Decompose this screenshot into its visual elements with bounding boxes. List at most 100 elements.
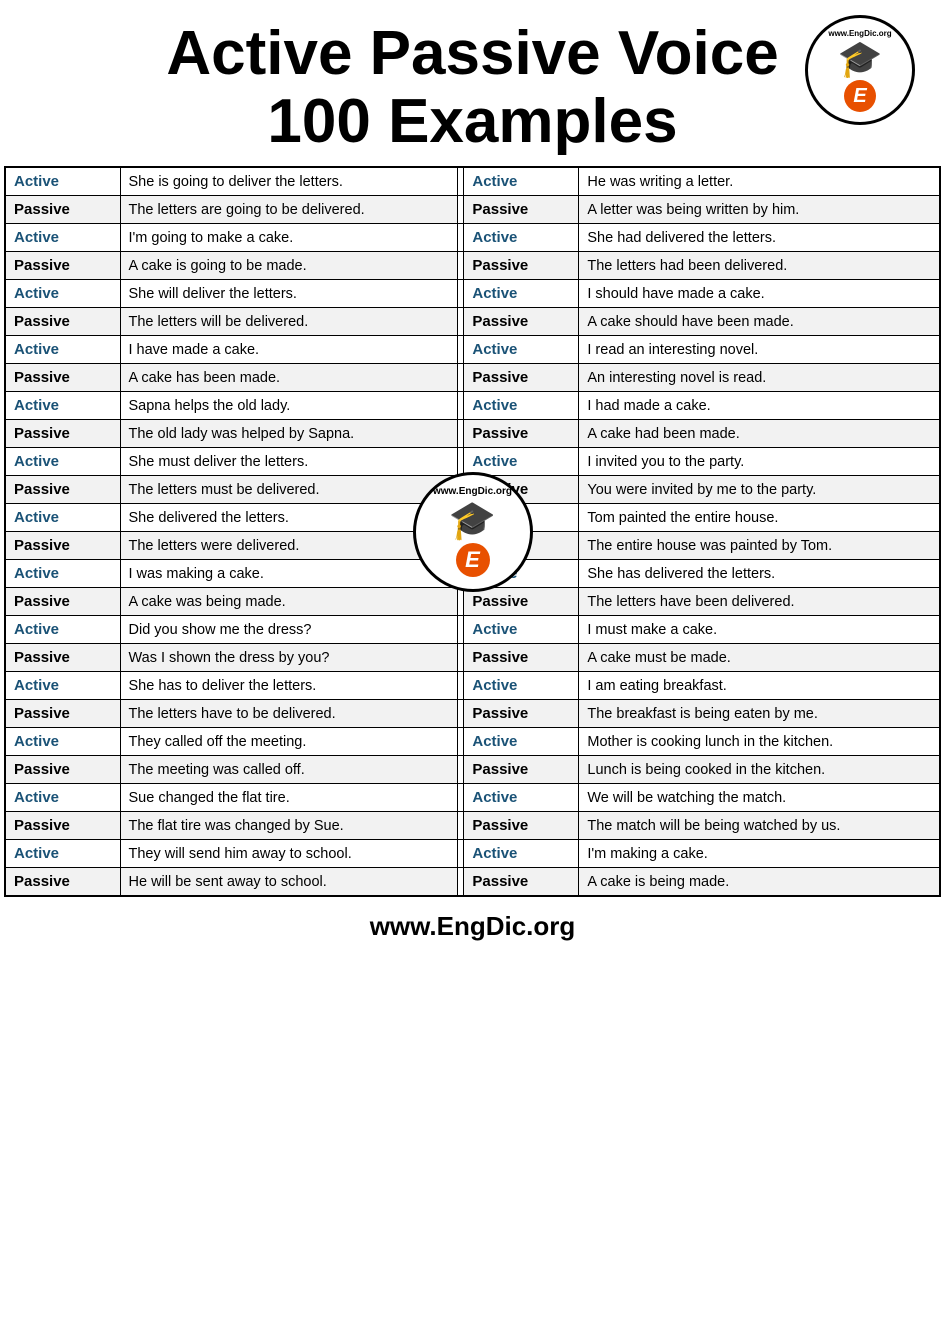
right-sentence: An interesting novel is read. [579, 364, 940, 392]
right-sentence: I must make a cake. [579, 616, 940, 644]
left-sentence: Was I shown the dress by you? [120, 644, 458, 672]
left-sentence: A cake was being made. [120, 588, 458, 616]
table-row: Passive A cake has been made. Passive An… [5, 364, 940, 392]
right-type: Active [464, 672, 579, 700]
right-type: Active [464, 224, 579, 252]
right-sentence: I am eating breakfast. [579, 672, 940, 700]
right-sentence: You were invited by me to the party. [579, 476, 940, 504]
table-row: Active I was making a cake. Active She h… [5, 560, 940, 588]
left-sentence: The letters are going to be delivered. [120, 196, 458, 224]
left-type: Active [5, 784, 120, 812]
right-type: Active [464, 448, 579, 476]
left-sentence: A cake has been made. [120, 364, 458, 392]
right-type: Active [464, 504, 579, 532]
right-sentence: A cake is being made. [579, 868, 940, 897]
right-sentence: The match will be being watched by us. [579, 812, 940, 840]
left-sentence: They called off the meeting. [120, 728, 458, 756]
left-sentence: The letters were delivered. [120, 532, 458, 560]
left-type: Active [5, 728, 120, 756]
left-sentence: She delivered the letters. [120, 504, 458, 532]
left-sentence: She will deliver the letters. [120, 280, 458, 308]
right-type: Passive [464, 308, 579, 336]
left-type: Active [5, 560, 120, 588]
left-sentence: He will be sent away to school. [120, 868, 458, 897]
left-sentence: I was making a cake. [120, 560, 458, 588]
examples-table: Active She is going to deliver the lette… [4, 166, 941, 897]
page-title: Active Passive Voice 100 Examples [10, 20, 935, 156]
left-sentence: The letters have to be delivered. [120, 700, 458, 728]
right-type: Passive [464, 644, 579, 672]
right-type: Passive [464, 364, 579, 392]
footer: www.EngDic.org [0, 897, 945, 952]
left-type: Active [5, 504, 120, 532]
right-type: Passive [464, 196, 579, 224]
right-type: Active [464, 728, 579, 756]
left-type: Passive [5, 532, 120, 560]
right-type: Active [464, 167, 579, 196]
table-row: Passive The old lady was helped by Sapna… [5, 420, 940, 448]
table-row: Active Sapna helps the old lady. Active … [5, 392, 940, 420]
right-sentence: She had delivered the letters. [579, 224, 940, 252]
left-sentence: The meeting was called off. [120, 756, 458, 784]
left-type: Active [5, 448, 120, 476]
left-type: Active [5, 336, 120, 364]
left-sentence: I have made a cake. [120, 336, 458, 364]
left-sentence: Did you show me the dress? [120, 616, 458, 644]
right-type: Passive [464, 812, 579, 840]
left-type: Passive [5, 644, 120, 672]
right-sentence: The letters had been delivered. [579, 252, 940, 280]
table-row: Active She delivered the letters. Active… [5, 504, 940, 532]
right-sentence: A cake should have been made. [579, 308, 940, 336]
right-type: Passive [464, 756, 579, 784]
left-sentence: The letters must be delivered. [120, 476, 458, 504]
left-type: Passive [5, 812, 120, 840]
left-type: Active [5, 224, 120, 252]
table-row: Passive The letters were delivered. Pass… [5, 532, 940, 560]
right-sentence: Mother is cooking lunch in the kitchen. [579, 728, 940, 756]
right-type: Passive [464, 420, 579, 448]
left-sentence: Sue changed the flat tire. [120, 784, 458, 812]
left-sentence: The flat tire was changed by Sue. [120, 812, 458, 840]
table-row: Active Did you show me the dress? Active… [5, 616, 940, 644]
table-row: Active They called off the meeting. Acti… [5, 728, 940, 756]
left-type: Active [5, 167, 120, 196]
table-row: Active She is going to deliver the lette… [5, 167, 940, 196]
table-row: Passive The meeting was called off. Pass… [5, 756, 940, 784]
right-type: Active [464, 784, 579, 812]
left-type: Passive [5, 756, 120, 784]
table-row: Active She must deliver the letters. Act… [5, 448, 940, 476]
right-type: Active [464, 616, 579, 644]
table-row: Passive The letters must be delivered. P… [5, 476, 940, 504]
table-row: Passive The flat tire was changed by Sue… [5, 812, 940, 840]
right-sentence: Lunch is being cooked in the kitchen. [579, 756, 940, 784]
main-table-container: Active She is going to deliver the lette… [0, 166, 945, 897]
left-type: Passive [5, 252, 120, 280]
right-sentence: The letters have been delivered. [579, 588, 940, 616]
right-type: Passive [464, 532, 579, 560]
right-sentence: We will be watching the match. [579, 784, 940, 812]
table-row: Active She will deliver the letters. Act… [5, 280, 940, 308]
table-row: Active I'm going to make a cake. Active … [5, 224, 940, 252]
right-sentence: A cake must be made. [579, 644, 940, 672]
left-type: Active [5, 672, 120, 700]
left-sentence: The letters will be delivered. [120, 308, 458, 336]
right-sentence: Tom painted the entire house. [579, 504, 940, 532]
right-type: Active [464, 336, 579, 364]
left-type: Passive [5, 420, 120, 448]
right-type: Passive [464, 588, 579, 616]
left-sentence: She must deliver the letters. [120, 448, 458, 476]
right-sentence: A letter was being written by him. [579, 196, 940, 224]
table-row: Active Sue changed the flat tire. Active… [5, 784, 940, 812]
left-sentence: She is going to deliver the letters. [120, 167, 458, 196]
table-row: Active I have made a cake. Active I read… [5, 336, 940, 364]
left-type: Active [5, 616, 120, 644]
left-sentence: The old lady was helped by Sapna. [120, 420, 458, 448]
table-row: Passive The letters are going to be deli… [5, 196, 940, 224]
right-type: Passive [464, 868, 579, 897]
table-row: Passive The letters will be delivered. P… [5, 308, 940, 336]
left-type: Passive [5, 588, 120, 616]
right-type: Active [464, 560, 579, 588]
right-type: Passive [464, 700, 579, 728]
right-type: Passive [464, 252, 579, 280]
left-type: Passive [5, 700, 120, 728]
